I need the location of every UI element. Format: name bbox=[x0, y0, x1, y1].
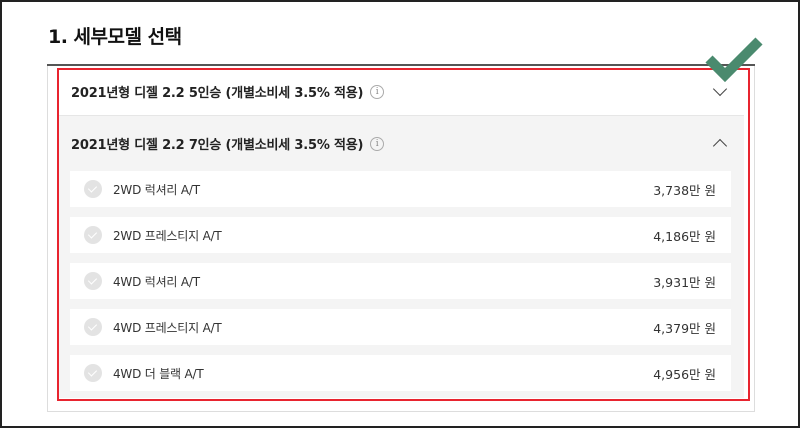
checkmark-icon bbox=[705, 37, 763, 83]
screenshot-frame: 1. 세부모델 선택 2021년형 디젤 2.2 5인승 (개별소비세 3.5%… bbox=[0, 0, 800, 428]
highlight-annotation-box bbox=[57, 68, 750, 401]
section-title: 1. 세부모델 선택 bbox=[48, 26, 182, 48]
top-divider bbox=[47, 64, 755, 66]
